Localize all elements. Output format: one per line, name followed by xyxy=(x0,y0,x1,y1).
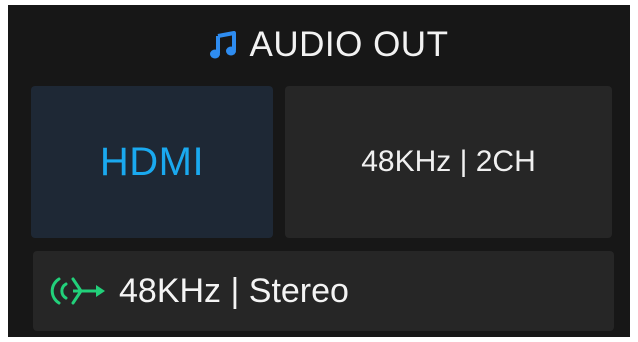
panel-title: AUDIO OUT xyxy=(249,25,449,64)
header-content: AUDIO OUT xyxy=(209,25,449,65)
output-port-label: HDMI xyxy=(99,139,205,184)
audio-signal-icon xyxy=(47,274,109,308)
audio-out-panel: AUDIO OUT HDMI 48KHz | 2CH 48KHz | Stere… xyxy=(8,5,630,337)
output-format-tile[interactable]: 48KHz | 2CH xyxy=(285,86,612,238)
output-port-tile[interactable]: HDMI xyxy=(31,86,273,238)
music-note-icon xyxy=(209,31,236,59)
signal-status-bar: 48KHz | Stereo xyxy=(33,251,614,331)
output-format-label: 48KHz | 2CH xyxy=(361,145,536,178)
signal-status-label: 48KHz | Stereo xyxy=(119,271,349,310)
panel-header: AUDIO OUT xyxy=(8,5,630,85)
